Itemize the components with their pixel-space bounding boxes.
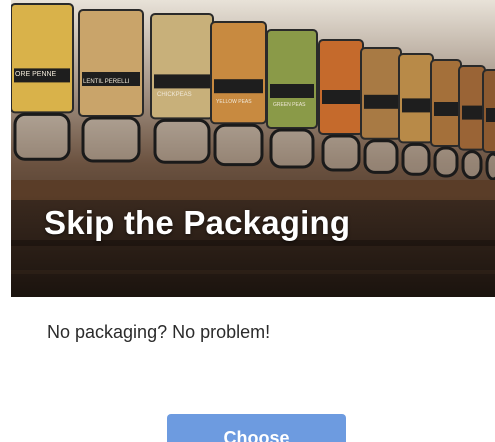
dispenser-funnel	[213, 123, 264, 167]
dispenser-funnel	[433, 146, 459, 178]
dispenser-funnel	[401, 142, 431, 176]
dispenser-funnel	[153, 118, 211, 164]
card-title: Skip the Packaging	[44, 204, 351, 241]
grain-jar	[150, 13, 214, 120]
grain-jar	[78, 9, 144, 117]
option-card: ORE PENNE LENTIL PERELLI CHICKPEAS YELLO…	[0, 0, 495, 442]
grain-jar	[398, 53, 434, 144]
hero-image: ORE PENNE LENTIL PERELLI CHICKPEAS YELLO…	[11, 0, 495, 297]
jar-label: YELLOW PEAS	[216, 99, 252, 105]
jar-label: LENTIL PERELLI	[83, 79, 130, 85]
grain-jar	[210, 21, 267, 125]
bulk-bins-photo: ORE PENNE LENTIL PERELLI CHICKPEAS YELLO…	[11, 0, 495, 297]
card-description: No packaging? No problem!	[47, 322, 271, 342]
jar-label: ORE PENNE	[15, 71, 57, 78]
jar-label: GREEN PEAS	[273, 102, 306, 108]
grain-jar	[360, 47, 402, 140]
grain-jar	[11, 3, 74, 114]
dispenser-funnel	[269, 128, 315, 169]
dispenser-funnel	[13, 112, 71, 161]
jar-label: CHICKPEAS	[157, 92, 192, 98]
grain-jar	[318, 39, 364, 135]
dispenser-funnel	[81, 116, 141, 163]
dispenser-funnel	[321, 134, 361, 172]
dispenser-funnel	[363, 139, 399, 174]
dispenser-funnel	[461, 150, 483, 180]
dispenser-funnel	[485, 152, 495, 181]
choose-button[interactable]: Choose	[167, 414, 346, 442]
grain-jar	[266, 29, 318, 129]
